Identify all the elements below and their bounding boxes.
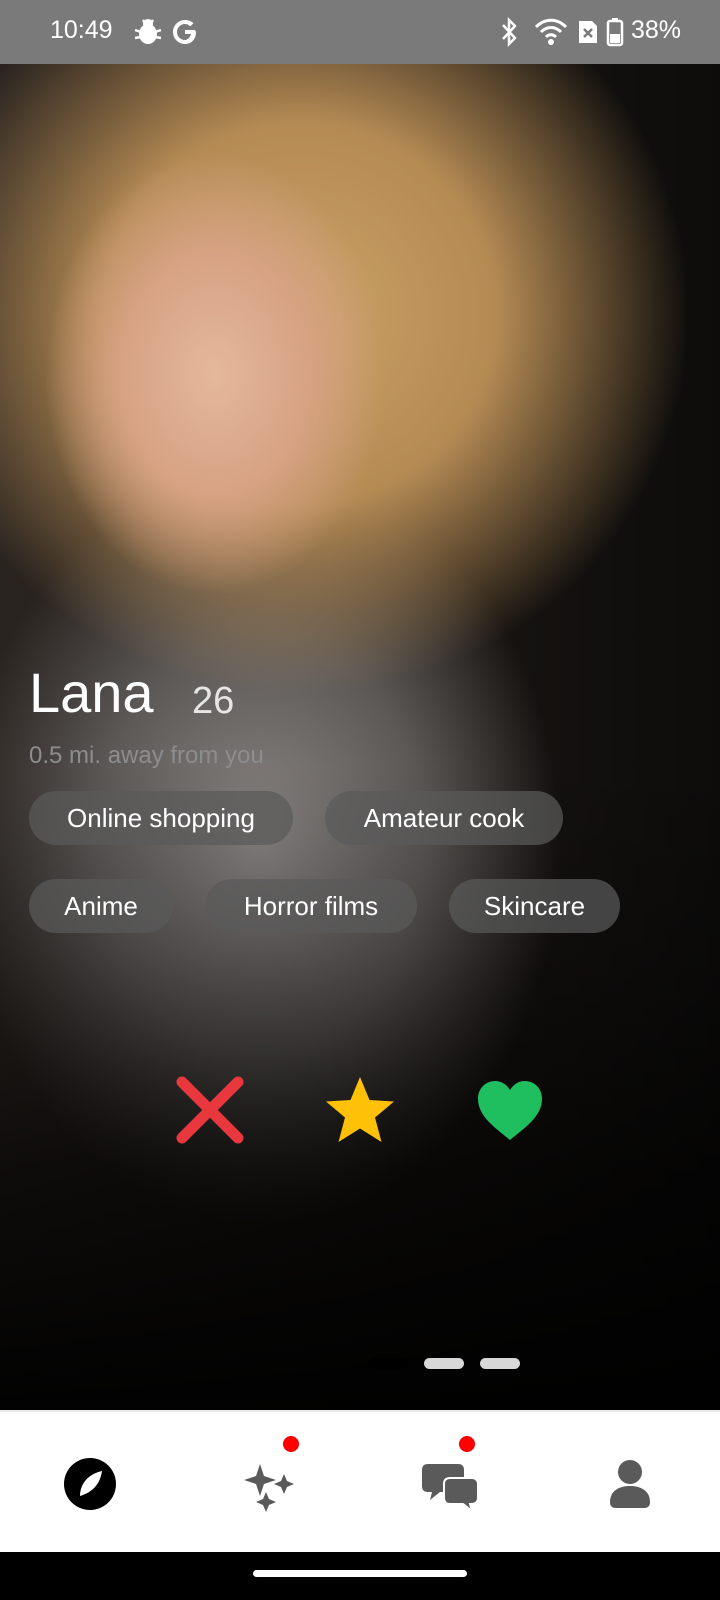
nav-profile[interactable]: [600, 1454, 660, 1514]
interest-chip: Skincare: [449, 879, 620, 933]
bluetooth-icon: [502, 17, 517, 47]
notification-badge: [459, 1436, 475, 1452]
like-button[interactable]: [472, 1072, 548, 1148]
photo-page-indicator-1[interactable]: [368, 1358, 408, 1369]
superlike-button[interactable]: [322, 1072, 398, 1148]
status-time: 10:49: [50, 16, 113, 44]
profile-age: 26: [192, 680, 235, 722]
interest-chip: Online shopping: [29, 791, 293, 845]
heart-icon: [478, 1081, 542, 1140]
photo-page-indicator-2[interactable]: [424, 1358, 464, 1369]
profile-icon: [610, 1460, 650, 1508]
nav-discover[interactable]: [60, 1454, 120, 1514]
battery-percentage: 38%: [631, 16, 682, 44]
photo-gradient-overlay: [0, 64, 720, 1410]
google-icon: [173, 20, 196, 44]
wifi-icon: [534, 18, 568, 45]
discover-icon: [64, 1458, 116, 1510]
interest-chip: Horror films: [205, 879, 417, 933]
close-icon: [176, 1076, 244, 1144]
sim-error-icon: [579, 21, 597, 43]
star-icon: [326, 1077, 394, 1142]
bottom-navigation: [0, 1410, 720, 1552]
pass-button[interactable]: [172, 1072, 248, 1148]
chat-icon: [422, 1464, 479, 1514]
profile-distance: 0.5 mi. away from you: [29, 742, 264, 769]
status-bar: 10:49 38%: [0, 0, 720, 64]
sparkles-icon: [244, 1464, 294, 1512]
profile-name: Lana: [29, 661, 154, 724]
interest-chip: Anime: [29, 879, 173, 933]
system-gesture-area: [0, 1552, 720, 1600]
battery-icon: [606, 18, 624, 47]
home-gesture-bar[interactable]: [253, 1570, 467, 1577]
profile-photo[interactable]: [0, 64, 720, 1410]
notification-badge: [283, 1436, 299, 1452]
photo-page-indicator-3[interactable]: [480, 1358, 520, 1369]
nav-sparkles[interactable]: [240, 1454, 300, 1514]
nav-chat[interactable]: [420, 1454, 480, 1514]
bug-icon: [134, 19, 162, 44]
interest-chip: Amateur cook: [325, 791, 563, 845]
